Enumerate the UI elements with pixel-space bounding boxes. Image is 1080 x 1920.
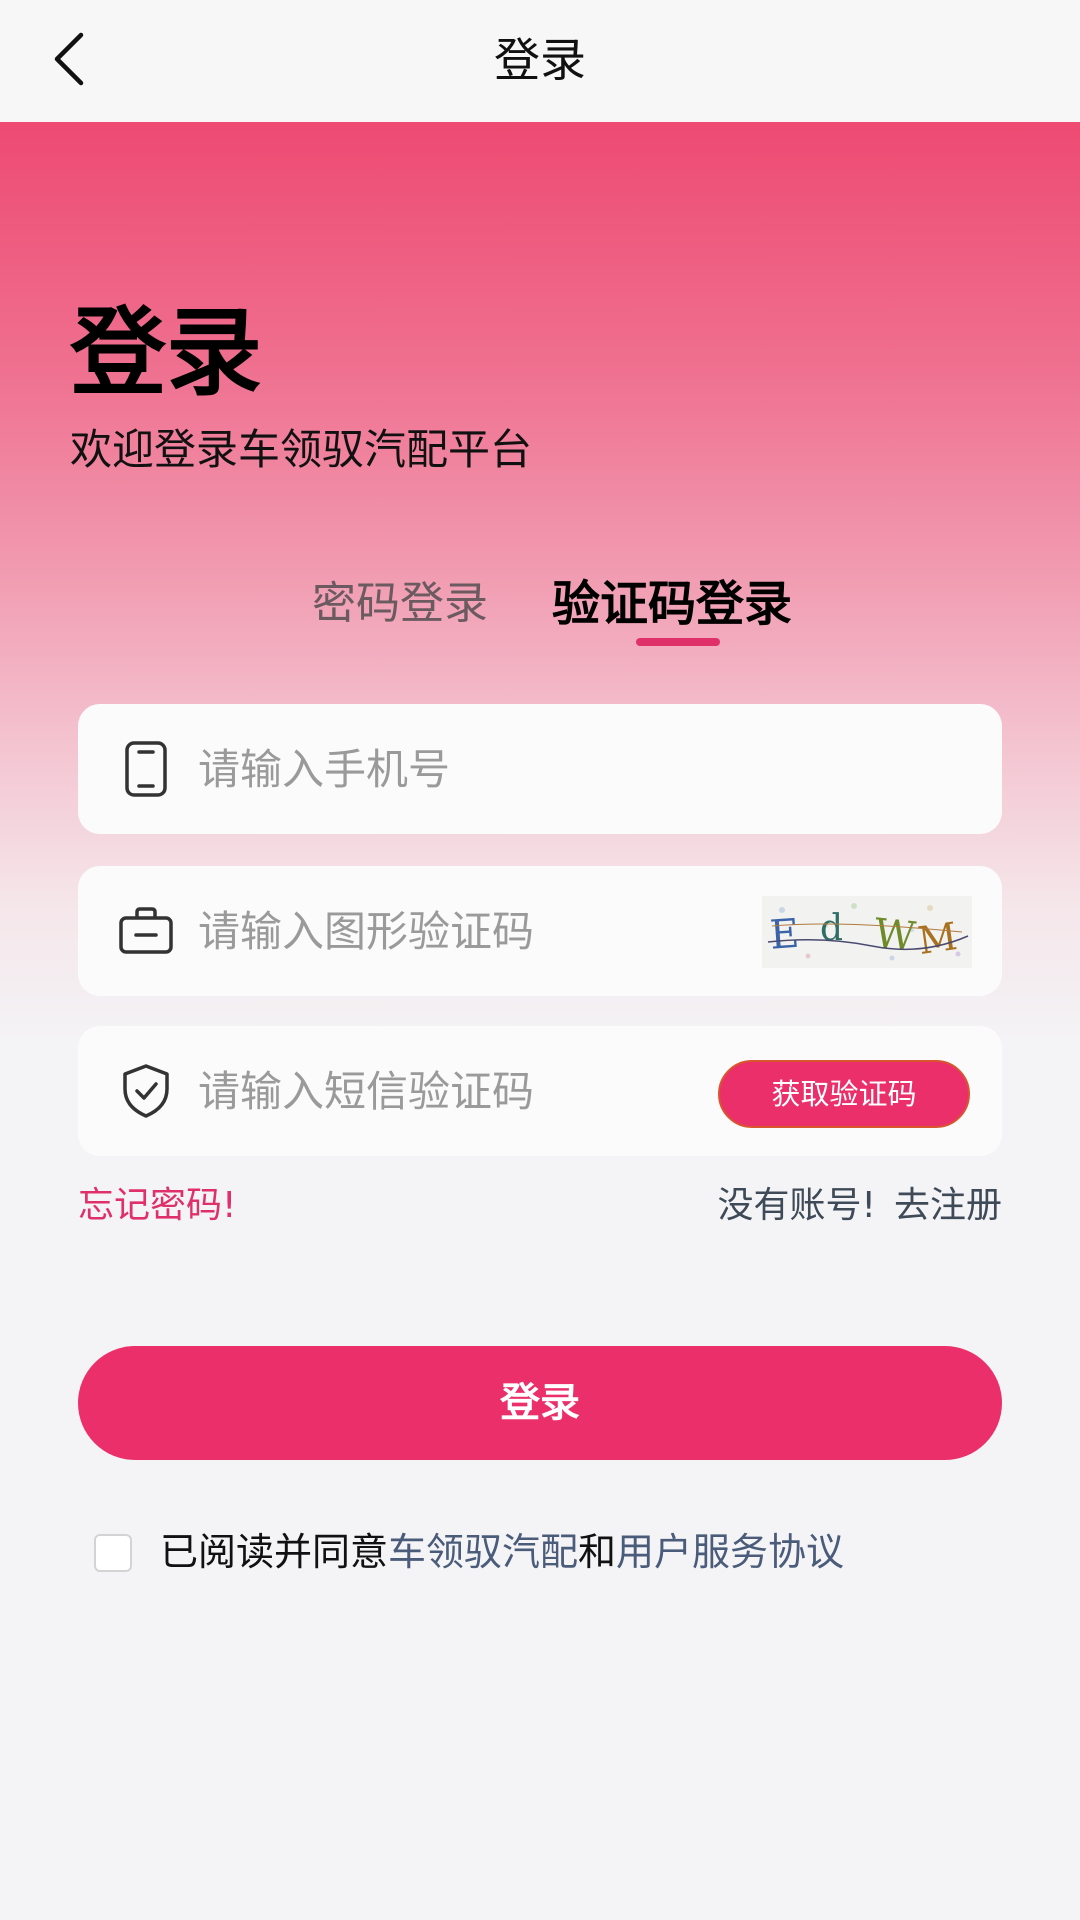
hero-title: 登录 <box>70 297 262 409</box>
captcha-field: E d W M <box>78 866 1002 996</box>
briefcase-icon <box>116 901 176 961</box>
phone-field <box>78 704 1002 834</box>
captcha-input[interactable] <box>198 896 758 966</box>
platform-link[interactable]: 车领驭汽配 <box>388 1530 578 1574</box>
agreement-text: 已阅读并同意车领驭汽配和用户服务协议 <box>160 1526 844 1578</box>
svg-text:W: W <box>872 910 918 960</box>
agreement-prefix: 已阅读并同意 <box>160 1530 389 1574</box>
sms-code-input[interactable] <box>198 1056 758 1126</box>
phone-input[interactable] <box>198 734 758 804</box>
register-label: 去注册 <box>893 1185 1002 1226</box>
svg-text:E: E <box>768 911 800 959</box>
register-link[interactable]: 没有账号! 去注册 <box>718 1182 1002 1230</box>
hero-subtitle: 欢迎登录车领驭汽配平台 <box>70 425 533 474</box>
top-nav-bar: 登录 <box>0 0 1080 123</box>
terms-link[interactable]: 用户服务协议 <box>616 1530 844 1574</box>
page-title: 登录 <box>494 33 586 87</box>
tab-password-login[interactable]: 密码登录 <box>312 576 488 632</box>
active-tab-indicator <box>636 638 720 646</box>
forgot-password-link[interactable]: 忘记密码! <box>78 1182 236 1230</box>
svg-text:M: M <box>915 914 960 963</box>
tab-sms-login[interactable]: 验证码登录 <box>552 576 792 632</box>
svg-text:d: d <box>820 908 843 949</box>
login-button[interactable]: 登录 <box>78 1346 1002 1460</box>
agreement-checkbox[interactable] <box>94 1534 132 1572</box>
get-code-button[interactable]: 获取验证码 <box>718 1060 970 1128</box>
phone-icon <box>116 739 176 799</box>
shield-check-icon <box>116 1061 176 1121</box>
sms-field: 获取验证码 <box>78 1026 1002 1156</box>
agreement-and: 和 <box>578 1530 617 1574</box>
no-account-text: 没有账号! <box>717 1185 876 1226</box>
captcha-image[interactable]: E d W M <box>762 896 972 968</box>
